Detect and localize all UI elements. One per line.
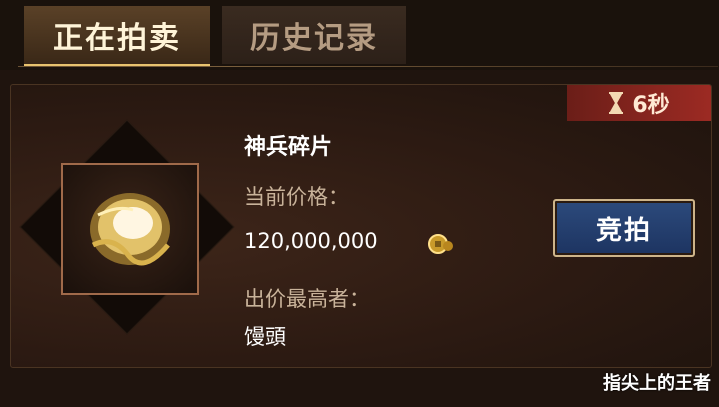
tab-bar: 正在拍卖 历史记录	[0, 0, 719, 70]
bid-button[interactable]: 竞拍	[553, 199, 695, 257]
item-slot[interactable]	[61, 163, 199, 295]
tab-divider	[18, 66, 718, 67]
watermark-text: 指尖上的王者	[603, 373, 711, 394]
top-bidder-name: 馒頭	[244, 325, 286, 349]
countdown-text: 6秒	[632, 93, 670, 118]
tab-history[interactable]: 历史记录	[222, 6, 406, 64]
current-price-value: 120,000,000	[244, 229, 378, 253]
top-bidder-label: 出价最高者：	[244, 287, 370, 311]
hourglass-icon	[609, 92, 624, 114]
current-price-label: 当前价格：	[244, 185, 349, 209]
countdown-timer: 6秒	[567, 85, 711, 121]
coin-icon	[428, 234, 453, 254]
tab-current-auction[interactable]: 正在拍卖	[24, 6, 210, 67]
auction-panel: 6秒 神兵碎片 当前价格： 120,000,000 出价最高者： 馒頭 竞拍	[10, 84, 712, 368]
item-name: 神兵碎片	[244, 135, 333, 160]
weapon-fragment-icon	[90, 193, 170, 266]
